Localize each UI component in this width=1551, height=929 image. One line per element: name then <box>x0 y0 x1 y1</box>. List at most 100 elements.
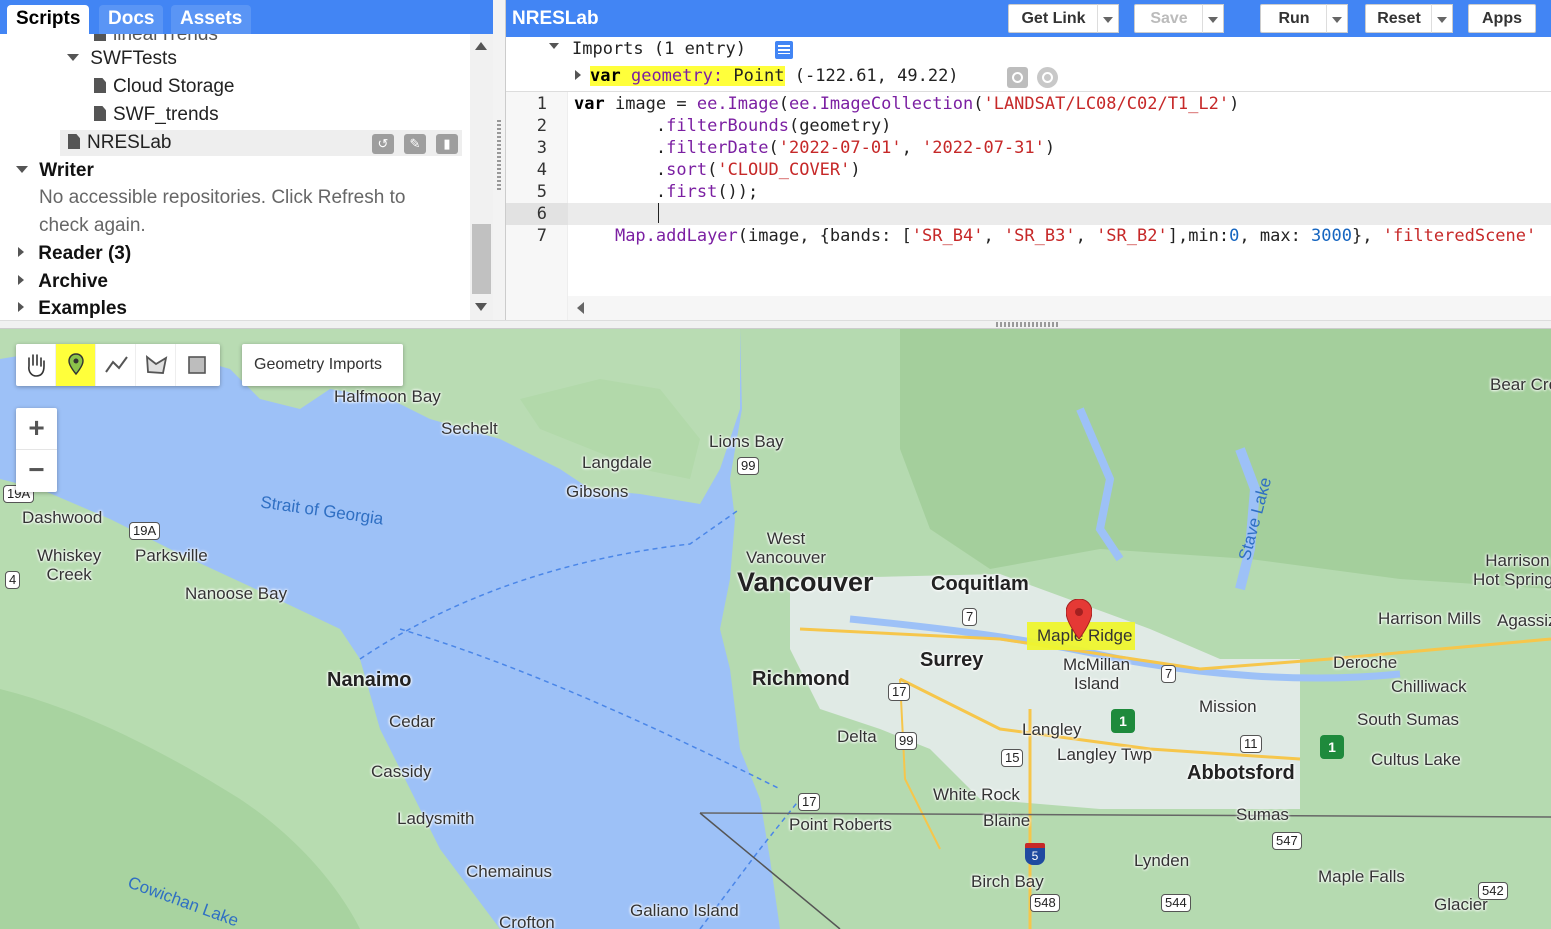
map-view[interactable]: Halfmoon Bay Sechelt Lions Bay Langdale … <box>0 329 1551 929</box>
place-label: Parksville <box>135 546 208 565</box>
gear-icon[interactable] <box>1007 67 1028 88</box>
import-geometry[interactable]: var geometry: Point (-122.61, 49.22) <box>590 64 959 89</box>
place-label: Cassidy <box>371 762 432 781</box>
geometry-imports-button[interactable]: Geometry Imports <box>242 344 403 386</box>
place-label: Galiano Island <box>630 901 739 920</box>
tree-scrollbar[interactable] <box>470 34 493 320</box>
place-label: Chilliwack <box>1391 677 1467 696</box>
line-tool[interactable] <box>96 344 136 386</box>
editor-horizontal-scrollbar[interactable] <box>568 296 1551 320</box>
place-label: Lynden <box>1134 851 1190 870</box>
code-line-1[interactable]: var image = ee.Image(ee.ImageCollection(… <box>574 93 1239 115</box>
city-label: Nanaimo <box>327 669 412 691</box>
place-label: Cedar <box>389 712 436 731</box>
file-icon <box>94 34 106 41</box>
city-label: Richmond <box>752 668 850 690</box>
tree-file-nreslab[interactable]: NRESLab ↺ ✎ ▮ <box>60 130 462 156</box>
place-label: Harrison Mills <box>1378 609 1481 628</box>
pan-hand-tool[interactable] <box>16 344 56 386</box>
scroll-left-arrow-icon[interactable] <box>577 302 584 314</box>
run-button[interactable]: Run <box>1260 4 1328 33</box>
polygon-tool[interactable] <box>136 344 176 386</box>
place-label: Halfmoon Bay <box>334 387 441 406</box>
save-dropdown[interactable] <box>1202 4 1224 33</box>
highway-shield: 7 <box>1161 665 1177 683</box>
splitter-grip[interactable] <box>497 120 501 190</box>
show-script-icon[interactable] <box>775 41 793 59</box>
tree-section-writer[interactable]: Writer <box>16 158 94 184</box>
save-button[interactable]: Save <box>1134 4 1204 33</box>
tree-section-archive[interactable]: Archive <box>18 269 108 295</box>
splitter-grip[interactable] <box>996 322 1058 327</box>
zoom-in-button[interactable]: + <box>16 408 57 450</box>
tab-docs[interactable]: Docs <box>99 5 164 34</box>
place-label: McMillan Island <box>1063 655 1131 693</box>
rectangle-tool[interactable] <box>176 344 216 386</box>
run-dropdown[interactable] <box>1326 4 1348 33</box>
tree-file-cloud-storage[interactable]: Cloud Storage <box>94 74 234 100</box>
place-label: Mission <box>1199 697 1257 716</box>
get-link-dropdown[interactable] <box>1097 4 1119 33</box>
highway-shield: 19A <box>129 522 161 540</box>
reset-dropdown[interactable] <box>1431 4 1453 33</box>
code-line-2[interactable]: .filterBounds(geometry) <box>574 115 891 137</box>
scripts-panel: Scripts Docs Assets linearTrends SWFTest… <box>0 0 493 320</box>
code-line-3[interactable]: .filterDate('2022-07-01', '2022-07-31') <box>574 137 1055 159</box>
scroll-up-arrow-icon[interactable] <box>475 42 487 50</box>
rename-icon[interactable]: ✎ <box>404 134 426 154</box>
city-label: Vancouver <box>737 567 874 597</box>
tree-section-reader[interactable]: Reader (3) <box>18 241 131 267</box>
code-line-7[interactable]: Map.addLayer(image, {bands: ['SR_B4', 'S… <box>574 225 1536 247</box>
place-label: Sumas <box>1236 805 1289 824</box>
expand-arrow-icon[interactable] <box>18 302 24 312</box>
place-label: Chemainus <box>466 862 552 881</box>
place-label: Crofton <box>499 913 555 929</box>
place-label: Langley <box>1022 720 1082 739</box>
highway-shield: 547 <box>1272 832 1302 850</box>
marker-icon <box>68 353 84 376</box>
drawing-tools <box>16 344 220 386</box>
collapse-arrow-icon[interactable] <box>67 54 79 61</box>
point-marker-icon[interactable] <box>1066 599 1092 639</box>
map-base-layer <box>0 329 1551 929</box>
tab-scripts[interactable]: Scripts <box>7 5 90 34</box>
place-label: Langdale <box>582 453 652 472</box>
scroll-thumb[interactable] <box>472 224 491 294</box>
history-icon[interactable]: ↺ <box>372 134 394 154</box>
expand-arrow-icon[interactable] <box>18 275 24 285</box>
target-icon[interactable] <box>1037 67 1058 88</box>
zoom-out-button[interactable]: − <box>16 450 57 492</box>
get-link-button[interactable]: Get Link <box>1008 4 1099 33</box>
tree-folder-swftests[interactable]: SWFTests <box>67 46 177 72</box>
left-panel-tabs: Scripts Docs Assets <box>0 0 493 34</box>
reset-button[interactable]: Reset <box>1365 4 1433 33</box>
expand-arrow-icon[interactable] <box>575 70 581 80</box>
apps-button[interactable]: Apps <box>1468 4 1536 33</box>
highway-shield: 17 <box>888 683 911 701</box>
code-line-4[interactable]: .sort('CLOUD_COVER') <box>574 159 861 181</box>
code-area[interactable]: var image = ee.Image(ee.ImageCollection(… <box>568 92 1551 302</box>
place-label: Ladysmith <box>397 809 475 828</box>
tree-file-swf-trends[interactable]: SWF_trends <box>94 102 219 128</box>
point-tool[interactable] <box>56 344 96 386</box>
expand-arrow-icon[interactable] <box>18 247 24 257</box>
line-number: 6 <box>536 204 547 224</box>
hand-icon <box>28 354 45 377</box>
place-label: Whiskey Creek <box>37 546 102 584</box>
collapse-arrow-icon[interactable] <box>16 166 28 173</box>
tree-section-examples[interactable]: Examples <box>18 296 127 320</box>
collapse-arrow-icon[interactable] <box>549 43 559 49</box>
code-line-5[interactable]: .first()); <box>574 181 758 203</box>
vertical-splitter[interactable] <box>493 0 506 320</box>
file-icon <box>68 134 80 149</box>
delete-icon[interactable]: ▮ <box>436 134 458 154</box>
horizontal-splitter[interactable] <box>0 320 1551 329</box>
scroll-down-arrow-icon[interactable] <box>475 303 487 311</box>
tab-assets[interactable]: Assets <box>171 5 252 34</box>
place-label: Lions Bay <box>709 432 784 451</box>
code-line-6[interactable] <box>574 203 659 225</box>
highway-shield: 99 <box>737 457 760 475</box>
imports-header: Imports (1 entry) <box>572 39 746 59</box>
highway-shield: 11 <box>1240 735 1262 753</box>
file-icon <box>94 106 106 121</box>
